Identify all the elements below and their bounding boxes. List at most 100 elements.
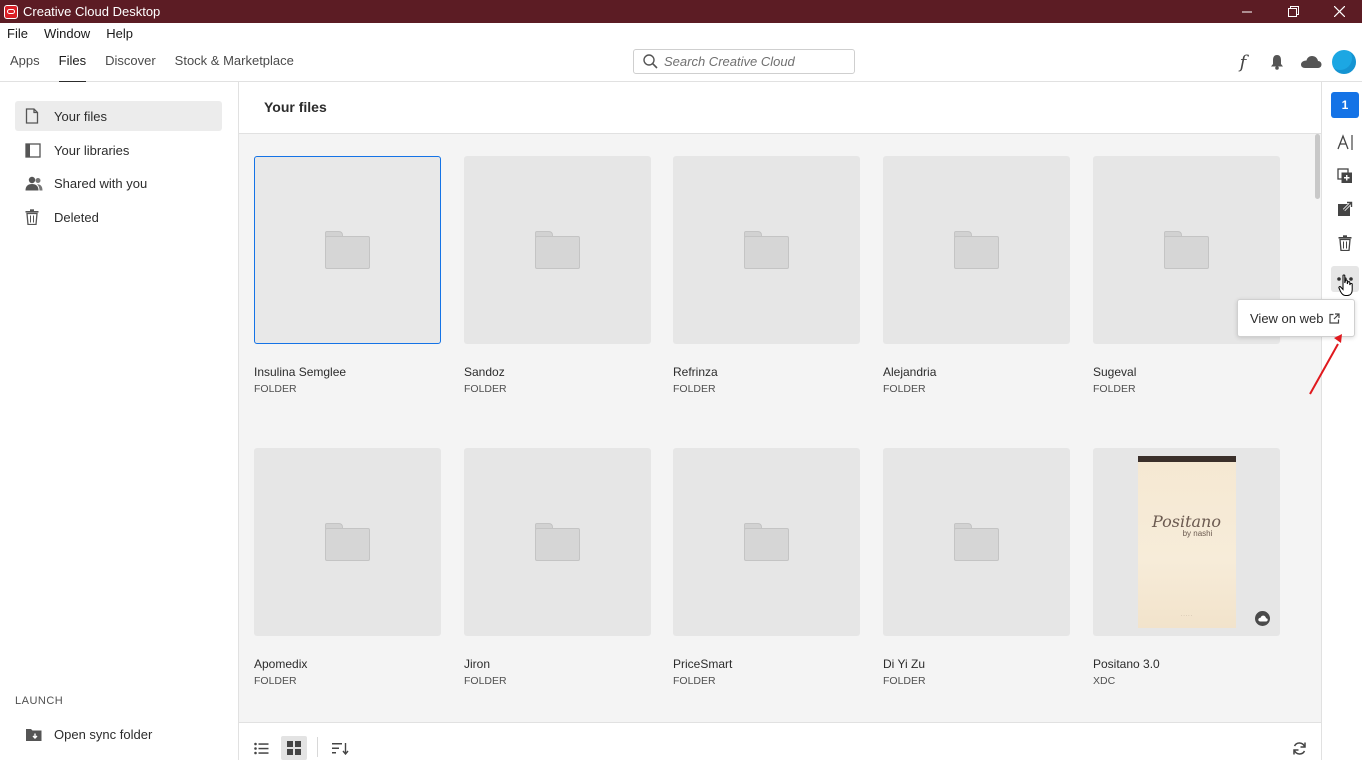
trash-icon <box>25 209 45 225</box>
xd-preview-footer: · · · · · <box>1180 613 1193 618</box>
menu-bar: File Window Help <box>0 23 1362 43</box>
scrollbar-thumb[interactable] <box>1315 134 1320 199</box>
file-card[interactable]: Alejandria FOLDER <box>883 156 1070 395</box>
file-name: PriceSmart <box>673 657 733 671</box>
bell-icon <box>1271 55 1283 70</box>
files-icon <box>25 108 45 124</box>
file-card[interactable]: Sugeval FOLDER <box>1093 156 1280 395</box>
file-type: FOLDER <box>673 383 716 395</box>
top-navigation: Apps Files Discover Stock & Marketplace … <box>0 43 1362 83</box>
sidebar-item-deleted[interactable]: Deleted <box>15 202 222 232</box>
sort-button[interactable] <box>327 736 353 760</box>
copy-button[interactable] <box>1331 163 1359 189</box>
file-card[interactable]: Jiron FOLDER <box>464 448 651 687</box>
file-card[interactable]: Insulina Semglee FOLDER <box>254 156 441 395</box>
folder-thumbnail[interactable] <box>464 156 651 344</box>
file-card[interactable]: Refrinza FOLDER <box>673 156 860 395</box>
view-on-web-label: View on web <box>1250 310 1324 326</box>
selection-count-badge: 1 <box>1331 92 1359 118</box>
refresh-icon <box>1292 741 1306 755</box>
file-type: FOLDER <box>883 675 926 687</box>
file-type: FOLDER <box>254 383 297 395</box>
list-view-button[interactable] <box>248 736 274 760</box>
sidebar-item-label: Deleted <box>54 209 99 225</box>
file-type: FOLDER <box>673 675 716 687</box>
xd-thumbnail[interactable]: Positano by nashi · · · · · <box>1093 448 1280 636</box>
rename-icon <box>1336 133 1353 150</box>
menu-file[interactable]: File <box>0 26 36 41</box>
folder-thumbnail[interactable] <box>883 156 1070 344</box>
folder-thumbnail[interactable] <box>673 448 860 636</box>
search-box[interactable] <box>633 49 855 74</box>
folder-thumbnail[interactable] <box>883 448 1070 636</box>
delete-button[interactable] <box>1331 230 1359 256</box>
search-input[interactable] <box>664 54 844 69</box>
restore-button[interactable] <box>1270 0 1316 23</box>
move-button[interactable] <box>1331 196 1359 222</box>
folder-icon <box>535 231 580 269</box>
action-rail: 1 <box>1321 82 1362 760</box>
refresh-button[interactable] <box>1286 736 1312 760</box>
external-link-icon <box>1329 312 1341 324</box>
xd-preview-subtitle: by nashi <box>1182 529 1213 538</box>
cloud-sync-button[interactable] <box>1294 50 1328 74</box>
file-type: FOLDER <box>254 675 297 687</box>
file-name: Di Yi Zu <box>883 657 926 671</box>
file-name: Apomedix <box>254 657 308 671</box>
file-name: Alejandria <box>883 365 937 379</box>
file-type: FOLDER <box>883 383 926 395</box>
grid-view-button[interactable] <box>281 736 307 760</box>
folder-thumbnail[interactable] <box>254 448 441 636</box>
sort-icon <box>331 742 349 755</box>
restore-icon <box>1287 6 1299 17</box>
tab-files[interactable]: Files <box>58 43 87 83</box>
notifications-button[interactable] <box>1260 50 1294 74</box>
avatar[interactable] <box>1332 50 1356 74</box>
folder-thumbnail[interactable] <box>254 156 441 344</box>
rename-button[interactable] <box>1331 129 1359 155</box>
file-card[interactable]: Apomedix FOLDER <box>254 448 441 687</box>
page-title: Your files <box>264 99 327 115</box>
folder-thumbnail[interactable] <box>464 448 651 636</box>
tab-stock-marketplace[interactable]: Stock & Marketplace <box>175 43 294 81</box>
menu-window[interactable]: Window <box>36 26 98 41</box>
file-card[interactable]: Sandoz FOLDER <box>464 156 651 395</box>
grid-view-icon <box>287 741 301 755</box>
main-content: Your files Insulina Semglee FOLDER Sando… <box>239 82 1321 760</box>
file-card[interactable]: Di Yi Zu FOLDER <box>883 448 1070 687</box>
minimize-button[interactable] <box>1224 0 1270 23</box>
folder-thumbnail[interactable] <box>673 156 860 344</box>
file-name: Sandoz <box>464 365 505 379</box>
sidebar-item-shared-with-you[interactable]: Shared with you <box>15 168 222 198</box>
file-name: Sugeval <box>1093 365 1137 379</box>
file-card[interactable]: Positano by nashi · · · · · Positano 3.0… <box>1093 448 1280 687</box>
folder-icon <box>744 523 789 561</box>
file-name: Refrinza <box>673 365 718 379</box>
close-icon <box>1333 6 1345 17</box>
sidebar-item-label: Your files <box>54 108 107 124</box>
folder-icon <box>325 231 370 269</box>
vertical-scrollbar[interactable] <box>1313 134 1321 720</box>
folder-icon <box>535 523 580 561</box>
file-card[interactable]: PriceSmart FOLDER <box>673 448 860 687</box>
open-sync-folder-button[interactable]: Open sync folder <box>15 719 222 749</box>
menu-help[interactable]: Help <box>98 26 141 41</box>
file-name: Positano 3.0 <box>1093 657 1160 671</box>
folder-icon <box>1164 231 1209 269</box>
sidebar-item-your-files[interactable]: Your files <box>15 101 222 131</box>
view-toolbar <box>239 722 1321 760</box>
launch-section-label: LAUNCH <box>15 695 64 707</box>
toolbar-divider <box>317 737 318 757</box>
copy-icon <box>1337 168 1352 183</box>
sidebar-item-your-libraries[interactable]: Your libraries <box>15 135 222 165</box>
move-icon <box>1338 201 1353 216</box>
tab-discover[interactable]: Discover <box>105 43 156 81</box>
libraries-icon <box>25 142 45 158</box>
people-icon <box>25 176 45 191</box>
close-button[interactable] <box>1316 0 1362 23</box>
tab-apps[interactable]: Apps <box>10 43 40 81</box>
fonts-button[interactable]: f <box>1226 50 1260 74</box>
title-bar: Creative Cloud Desktop <box>0 0 1362 23</box>
main-header: Your files <box>239 82 1321 134</box>
file-name: Jiron <box>464 657 491 671</box>
